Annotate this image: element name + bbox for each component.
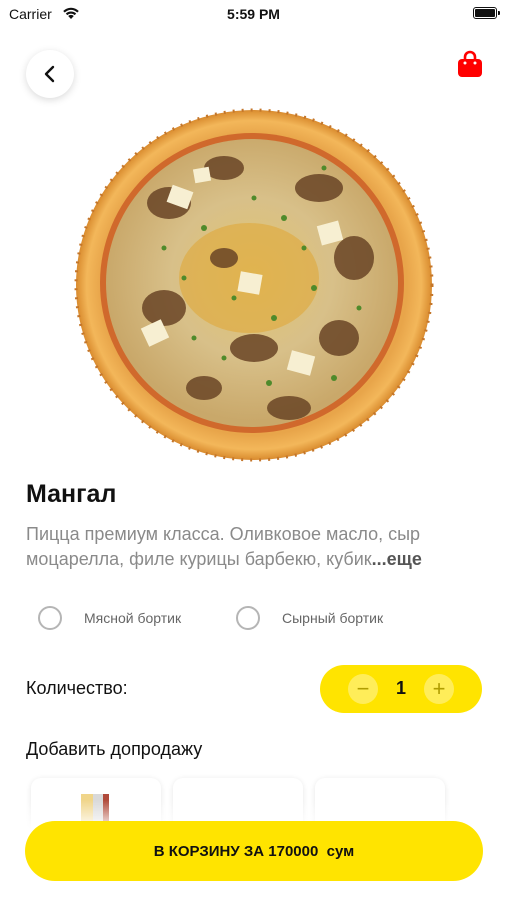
shopping-bag-icon[interactable]: [457, 50, 483, 78]
upsell-title: Добавить допродажу: [26, 739, 203, 759]
status-time: 5:59 PM: [227, 6, 280, 22]
option-meat-crust[interactable]: Мясной бортик: [38, 604, 181, 632]
quantity-stepper: − 1 +: [320, 665, 482, 713]
add-to-cart-button[interactable]: В КОРЗИНУ ЗА 170000 сум: [25, 821, 483, 881]
product-description: Пицца премиум класса. Оливковое масло, с…: [26, 522, 476, 572]
quantity-value: 1: [395, 678, 406, 698]
pizza-image: [74, 108, 434, 462]
product-description-text: Пицца премиум класса. Оливковое масло, с…: [26, 524, 421, 569]
status-bar: Carrier 5:59 PM: [0, 0, 507, 30]
radio-button[interactable]: [236, 606, 260, 630]
minus-button[interactable]: −: [348, 674, 378, 704]
product-title: Мангал: [26, 480, 117, 508]
option-label: Мясной бортик: [84, 610, 182, 626]
radio-button[interactable]: [38, 606, 62, 630]
plus-button[interactable]: +: [424, 674, 454, 704]
back-button[interactable]: [26, 50, 74, 98]
more-link[interactable]: ...еще: [372, 549, 422, 569]
battery-icon: [473, 7, 500, 19]
quantity-label: Количество:: [26, 678, 128, 698]
option-label: Сырный бортик: [282, 610, 384, 626]
chevron-left-icon: [44, 65, 55, 83]
option-cheese-crust[interactable]: Сырный бортик: [236, 604, 383, 632]
